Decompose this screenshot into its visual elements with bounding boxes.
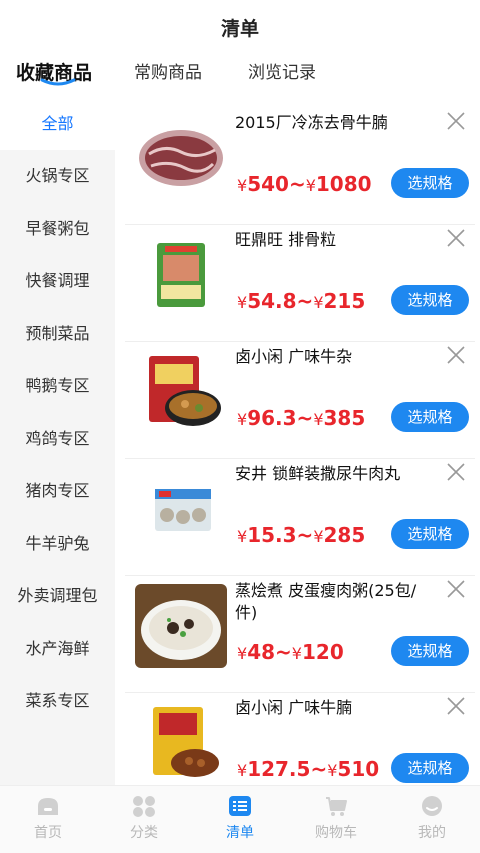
category-sidebar: 全部 火锅专区 早餐粥包 快餐调理 预制菜品 鸭鹅专区 鸡鸽专区 猪肉专区 牛羊… <box>0 98 115 786</box>
category-pork[interactable]: 猪肉专区 <box>0 465 115 517</box>
home-icon <box>38 798 58 815</box>
product-item[interactable]: 蒸烩煮 皮蛋瘦肉粥(25包/件) ¥48~¥120 选规格 <box>125 576 475 693</box>
product-name: 蒸烩煮 皮蛋瘦肉粥(25包/件) <box>235 581 417 622</box>
product-price: ¥96.3~¥385 <box>237 406 366 430</box>
bottom-tab-bar: 首页 分类 清单 购物车 我的 <box>0 785 480 853</box>
category-prepared[interactable]: 预制菜品 <box>0 308 115 360</box>
product-image-beef-brisket-bag <box>135 701 227 785</box>
product-item[interactable]: 旺鼎旺 排骨粒 ¥54.8~¥215 选规格 <box>125 225 475 342</box>
close-icon[interactable] <box>445 578 467 600</box>
tabbar-label: 分类 <box>130 825 158 841</box>
tabbar-list[interactable]: 清单 <box>192 794 288 842</box>
select-spec-button[interactable]: 选规格 <box>391 636 469 666</box>
product-image-beef-offal <box>135 350 227 434</box>
list-icon <box>229 796 251 816</box>
tabbar-profile[interactable]: 我的 <box>384 794 480 842</box>
product-image-beef-brisket <box>135 116 227 200</box>
product-name: 卤小闲 广味牛杂 <box>235 347 353 366</box>
product-price: ¥48~¥120 <box>237 640 344 664</box>
product-image-beef-ball <box>135 467 227 551</box>
select-spec-button[interactable]: 选规格 <box>391 519 469 549</box>
close-icon[interactable] <box>445 110 467 132</box>
category-breakfast[interactable]: 早餐粥包 <box>0 203 115 255</box>
tabbar-label: 购物车 <box>315 825 357 841</box>
category-beef-lamb[interactable]: 牛羊驴兔 <box>0 518 115 570</box>
category-hotpot[interactable]: 火锅专区 <box>0 150 115 202</box>
tabbar-label: 我的 <box>418 825 446 841</box>
product-item[interactable]: 卤小闲 广味牛腩 ¥127.5~¥510 选规格 <box>125 693 475 786</box>
tab-frequent[interactable]: 常购商品 <box>134 58 202 83</box>
product-item[interactable]: 2015厂冷冻去骨牛腩 ¥540~¥1080 选规格 <box>125 108 475 225</box>
category-duck-goose[interactable]: 鸭鹅专区 <box>0 360 115 412</box>
tab-bar: 收藏商品 常购商品 浏览记录 <box>0 50 480 94</box>
close-icon[interactable] <box>445 461 467 483</box>
product-image-congee <box>135 584 227 668</box>
cart-icon <box>326 797 347 816</box>
tab-history[interactable]: 浏览记录 <box>248 58 316 83</box>
select-spec-button[interactable]: 选规格 <box>391 402 469 432</box>
close-icon[interactable] <box>445 344 467 366</box>
product-list: 2015厂冷冻去骨牛腩 ¥540~¥1080 选规格 旺鼎旺 排骨粒 ¥54.8… <box>115 98 480 786</box>
close-icon[interactable] <box>445 227 467 249</box>
product-price: ¥54.8~¥215 <box>237 289 366 313</box>
category-icon <box>133 796 155 817</box>
category-all[interactable]: 全部 <box>0 98 115 150</box>
product-name: 旺鼎旺 排骨粒 <box>235 230 337 249</box>
tabbar-cart[interactable]: 购物车 <box>288 794 384 842</box>
category-cuisine[interactable]: 菜系专区 <box>0 675 115 727</box>
profile-icon <box>422 796 442 816</box>
product-price: ¥127.5~¥510 <box>237 757 380 781</box>
product-price: ¥540~¥1080 <box>237 172 372 196</box>
product-item[interactable]: 卤小闲 广味牛杂 ¥96.3~¥385 选规格 <box>125 342 475 459</box>
product-name: 卤小闲 广味牛腩 <box>235 698 353 717</box>
product-image-pork-rib <box>135 233 227 317</box>
category-fastfood[interactable]: 快餐调理 <box>0 255 115 307</box>
select-spec-button[interactable]: 选规格 <box>391 168 469 198</box>
close-icon[interactable] <box>445 695 467 717</box>
page-title: 清单 <box>220 18 259 40</box>
tabbar-home[interactable]: 首页 <box>0 794 96 842</box>
tabbar-category[interactable]: 分类 <box>96 794 192 842</box>
tabbar-label: 首页 <box>34 825 62 841</box>
product-price: ¥15.3~¥285 <box>237 523 366 547</box>
select-spec-button[interactable]: 选规格 <box>391 753 469 783</box>
category-seafood[interactable]: 水产海鲜 <box>0 623 115 675</box>
category-chicken-pigeon[interactable]: 鸡鸽专区 <box>0 413 115 465</box>
select-spec-button[interactable]: 选规格 <box>391 285 469 315</box>
header: 清单 <box>0 0 480 50</box>
product-name: 2015厂冷冻去骨牛腩 <box>235 113 388 132</box>
tabbar-label: 清单 <box>226 825 254 841</box>
category-takeout[interactable]: 外卖调理包 <box>0 570 115 622</box>
active-tab-indicator <box>40 78 76 86</box>
product-name: 安井 锁鲜装撒尿牛肉丸 <box>235 464 401 483</box>
product-item[interactable]: 安井 锁鲜装撒尿牛肉丸 ¥15.3~¥285 选规格 <box>125 459 475 576</box>
